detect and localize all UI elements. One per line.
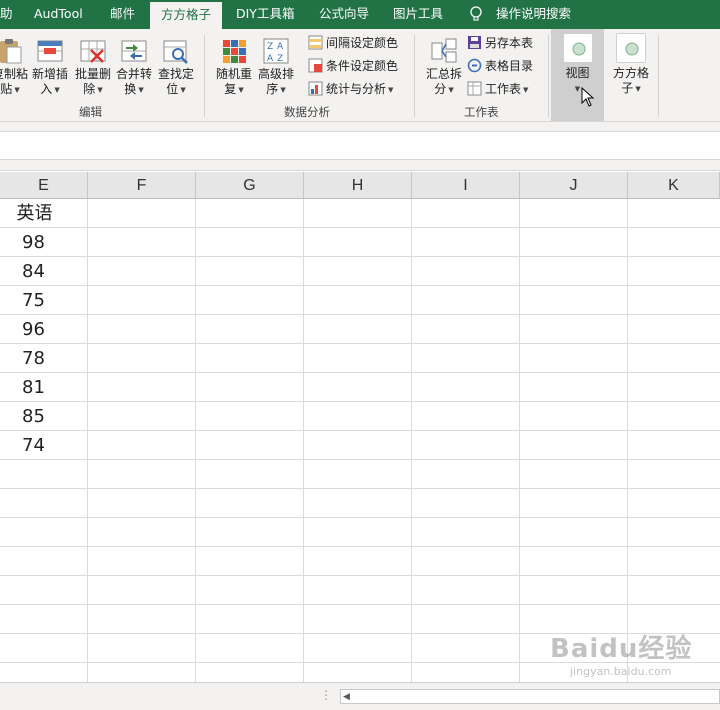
random-repeat-button[interactable]: 随机重 复 ▼ bbox=[213, 37, 255, 98]
delete-icon bbox=[80, 40, 106, 63]
gridline bbox=[0, 372, 720, 373]
cell-e-value[interactable]: 84 bbox=[0, 257, 87, 285]
interval-color-button[interactable]: 间隔设定颜色 bbox=[308, 33, 398, 53]
formula-bar[interactable] bbox=[0, 133, 720, 160]
find-locate-icon bbox=[163, 40, 188, 64]
gridline bbox=[0, 517, 720, 518]
advanced-sort-button[interactable]: Z A A Z 高级排 序 ▼ bbox=[255, 37, 297, 98]
column-header-k[interactable]: K bbox=[628, 172, 720, 199]
paste-button[interactable]: 复制粘 贴▼ bbox=[0, 37, 28, 98]
ribbon-bottom-edge bbox=[0, 122, 720, 132]
sheet-directory-icon bbox=[467, 58, 482, 73]
tab-fangfanggezi[interactable]: 方方格子 bbox=[150, 0, 223, 29]
save-sheet-as-button[interactable]: 另存本表 bbox=[467, 33, 533, 53]
column-header-e[interactable]: E bbox=[0, 172, 88, 199]
gridline bbox=[0, 575, 720, 576]
formula-bar-gap bbox=[0, 160, 720, 171]
cell-e-value[interactable]: 85 bbox=[0, 402, 87, 430]
column-header-g[interactable]: G bbox=[196, 172, 304, 199]
fangfang-button[interactable]: 方方格 子 ▼ bbox=[608, 33, 654, 97]
gridline bbox=[303, 199, 304, 682]
svg-text:A: A bbox=[267, 54, 274, 64]
tell-me-search[interactable]: 操作说明搜索 bbox=[496, 0, 571, 29]
tab-picture-tools[interactable]: 图片工具 bbox=[393, 0, 443, 29]
fangfang-icon bbox=[616, 33, 646, 63]
svg-text:Z: Z bbox=[267, 42, 273, 52]
gridline bbox=[0, 546, 720, 547]
gridline bbox=[0, 285, 720, 286]
worksheet-grid[interactable]: 英语 98 84 75 96 78 81 85 74 bbox=[0, 199, 720, 682]
group-label-data-analysis: 数据分析 bbox=[284, 105, 330, 119]
gridline bbox=[0, 430, 720, 431]
tab-audtool[interactable]: AudTool bbox=[34, 0, 83, 29]
interval-color-icon bbox=[308, 35, 323, 50]
svg-text:A: A bbox=[277, 42, 284, 52]
view-icon bbox=[562, 33, 593, 63]
gridline bbox=[0, 227, 720, 228]
tab-mail[interactable]: 邮件 bbox=[110, 0, 135, 29]
gridline bbox=[0, 314, 720, 315]
gridline bbox=[0, 401, 720, 402]
insert-icon bbox=[37, 40, 63, 62]
batch-delete-button[interactable]: 批量删 除 ▼ bbox=[73, 37, 113, 98]
worksheet-button[interactable]: 工作表 ▼ bbox=[467, 79, 528, 99]
column-header-h[interactable]: H bbox=[304, 172, 412, 199]
gridline bbox=[0, 256, 720, 257]
tab-help[interactable]: 助 bbox=[0, 0, 13, 29]
paste-icon bbox=[0, 39, 22, 64]
splitter-handle-icon[interactable]: ⋮ bbox=[320, 688, 332, 702]
summary-split-icon bbox=[431, 38, 457, 63]
group-separator bbox=[204, 35, 205, 117]
find-locate-button[interactable]: 查找定 位 ▼ bbox=[156, 37, 196, 98]
mouse-cursor-icon bbox=[581, 87, 595, 107]
insert-button[interactable]: 新增插 入 ▼ bbox=[30, 37, 70, 98]
cell-e-value[interactable]: 74 bbox=[0, 431, 87, 459]
baidu-watermark: Baidu经验 jingyan.baidu.com bbox=[550, 634, 693, 678]
statistics-analysis-button[interactable]: 统计与分析 ▼ bbox=[308, 79, 393, 99]
tab-formula-wizard[interactable]: 公式向导 bbox=[319, 0, 369, 29]
group-separator bbox=[658, 35, 659, 117]
cell-e-value[interactable]: 78 bbox=[0, 344, 87, 372]
condition-color-icon bbox=[308, 58, 323, 73]
sort-icon: Z A A Z bbox=[263, 38, 289, 64]
tab-diy-toolbox[interactable]: DIY工具箱 bbox=[236, 0, 294, 29]
cell-e-value[interactable]: 75 bbox=[0, 286, 87, 314]
column-header-i[interactable]: I bbox=[412, 172, 520, 199]
gridline bbox=[411, 199, 412, 682]
gridline bbox=[0, 604, 720, 605]
group-separator bbox=[548, 35, 549, 117]
merge-convert-button[interactable]: 合并转 换 ▼ bbox=[114, 37, 154, 98]
lightbulb-icon bbox=[470, 6, 482, 21]
cell-e-header[interactable]: 英语 bbox=[0, 199, 87, 227]
gridline bbox=[87, 199, 88, 682]
gridline bbox=[0, 343, 720, 344]
cell-e-value[interactable]: 81 bbox=[0, 373, 87, 401]
column-header-j[interactable]: J bbox=[520, 172, 628, 199]
group-label-worksheet: 工作表 bbox=[464, 105, 499, 119]
cell-e-value[interactable]: 98 bbox=[0, 228, 87, 256]
gridline bbox=[519, 199, 520, 682]
gridline bbox=[0, 488, 720, 489]
column-header-f[interactable]: F bbox=[88, 172, 196, 199]
svg-text:Z: Z bbox=[277, 54, 283, 64]
sheet-directory-button[interactable]: 表格目录 bbox=[467, 56, 533, 76]
summary-split-button[interactable]: 汇总拆 分 ▼ bbox=[423, 37, 465, 98]
random-icon bbox=[223, 40, 246, 63]
condition-color-button[interactable]: 条件设定颜色 bbox=[308, 56, 398, 76]
group-separator bbox=[414, 35, 415, 117]
ribbon: 复制粘 贴▼ 新增插 入▼ 批量删 除▼ 合并转 换▼ bbox=[0, 29, 720, 122]
worksheet-icon bbox=[467, 81, 482, 96]
ribbon-tab-bar: 助 AudTool 邮件 方方格子 DIY工具箱 公式向导 图片工具 操作说明搜… bbox=[0, 0, 720, 29]
merge-convert-icon bbox=[121, 40, 147, 62]
save-sheet-icon bbox=[468, 36, 481, 49]
gridline bbox=[195, 199, 196, 682]
gridline bbox=[0, 459, 720, 460]
cell-e-value[interactable]: 96 bbox=[0, 315, 87, 343]
gridline bbox=[627, 199, 628, 682]
scroll-left-arrow-icon[interactable]: ◀ bbox=[343, 691, 350, 702]
group-label-edit: 编辑 bbox=[79, 105, 102, 119]
statistics-icon bbox=[308, 81, 323, 96]
